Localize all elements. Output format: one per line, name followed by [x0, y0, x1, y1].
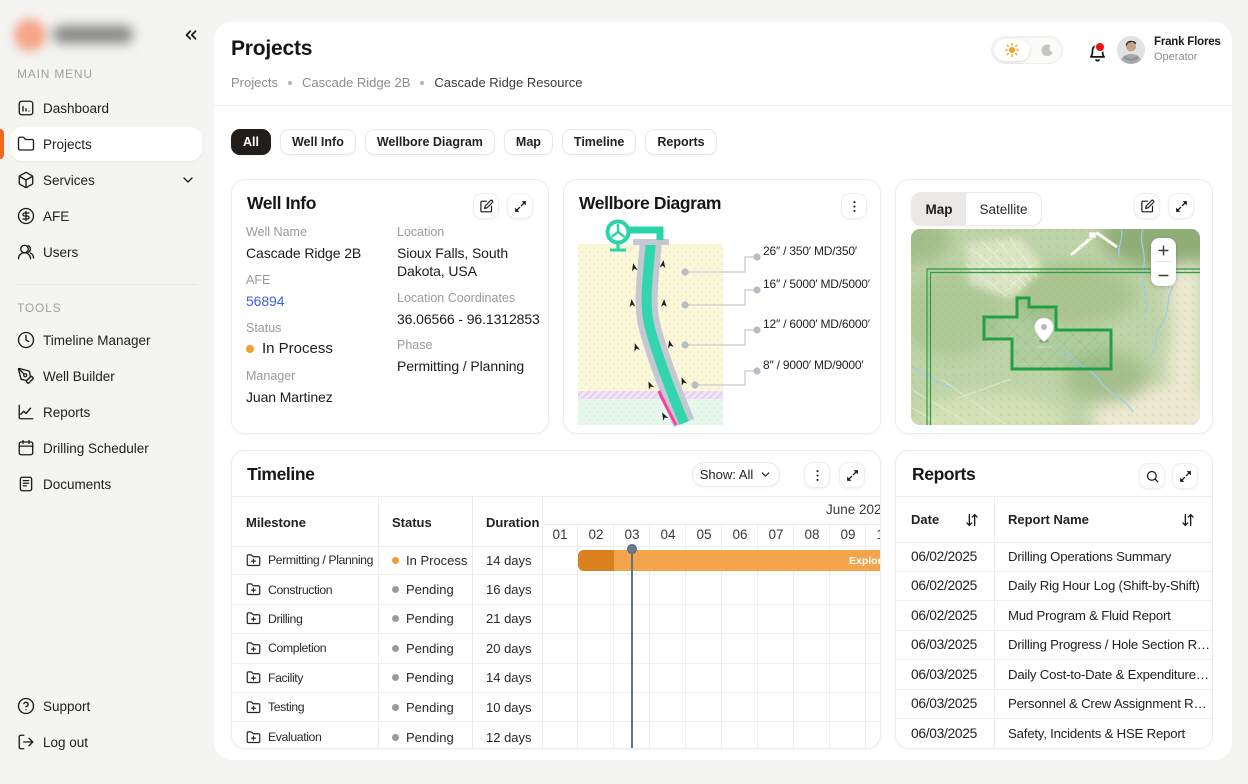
svg-text:Cascade: Cascade: [1036, 344, 1053, 349]
